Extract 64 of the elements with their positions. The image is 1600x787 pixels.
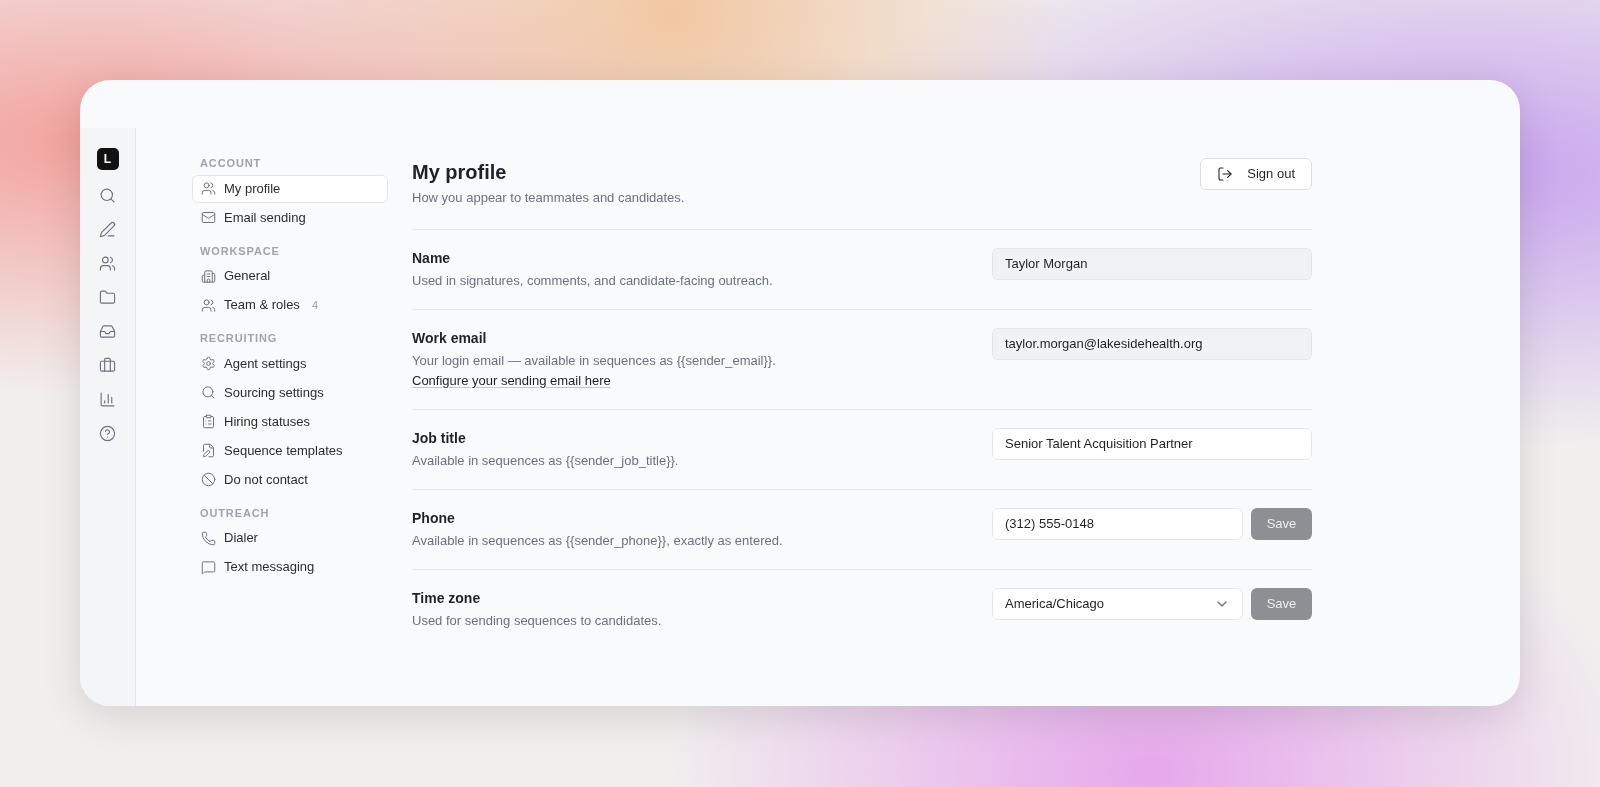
nav-item[interactable]: My profile [192,174,388,203]
section-heading: ACCOUNT [199,156,263,171]
building-icon [201,268,216,284]
search-icon[interactable] [99,187,116,204]
field-description: Available in sequences as {{sender_phone}}, exactly as entered. [412,531,784,550]
section-heading: WORKSPACE [199,243,281,259]
nav-label: Agent settings [224,354,307,373]
nav-item[interactable]: Email sending [192,203,388,232]
nav-label: Dialer [224,529,258,548]
users-icon[interactable] [99,255,116,272]
nav-label: General [224,267,271,286]
field-label: Work email [412,328,488,348]
field-label: Time zone [412,588,482,608]
nav-label: Sourcing settings [224,383,324,402]
nav-label: Do not contact [224,470,308,489]
field-description: Your login email — available in sequences as {{sender_email}}. [412,351,777,370]
sign-out-button[interactable]: Sign out [1200,158,1312,190]
section-heading: RECRUITING [199,331,279,346]
help-icon[interactable] [99,425,116,442]
pencil-icon[interactable] [99,221,116,238]
nav-item[interactable]: Hiring statuses [192,407,388,436]
field-label: Job title [412,428,467,448]
text-field[interactable]: (312) 555-0148 [992,507,1243,540]
count-label: 4 [311,297,318,313]
nav-label: Text messaging [224,558,315,577]
section-heading: OUTREACH [199,505,271,521]
field-description: Available in sequences as {{sender_job_title}}. [412,451,680,470]
logout-icon [1217,166,1234,182]
nav-item[interactable]: Dialer [192,524,388,552]
file-edit-icon [201,443,216,458]
nav-item[interactable]: Do not contact [192,465,388,494]
field-label: Name [412,248,452,268]
nav-label: Hiring statuses [224,412,310,431]
text-field[interactable]: Senior Talent Acquisition Partner [992,427,1312,460]
prohibited-icon [201,472,216,487]
nav-label: Team & roles [224,296,300,315]
settings-icon [201,356,216,371]
nav-item[interactable]: Sequence templates [192,436,388,465]
chat-bubble-icon [201,559,216,575]
nav-item[interactable]: General [192,262,388,290]
phone-icon [201,530,216,546]
inbox-icon[interactable] [99,323,116,340]
field-description: Used in signatures, comments, and candidate-facing outreach. [412,271,774,290]
users-icon [201,181,216,196]
field-description: Used for sending sequences to candidates. [412,611,663,630]
nav-label: My profile [224,179,281,198]
page-subtitle: How you appear to teammates and candidates. [412,189,685,207]
bar-chart-icon[interactable] [99,391,116,408]
clipboard-icon [201,414,216,429]
logo-badge[interactable]: L [96,148,119,170]
folder-icon[interactable] [99,289,116,306]
mail-icon [201,210,216,225]
nav-label: Email sending [224,208,306,227]
users-icon [201,297,216,313]
nav-item[interactable]: Sourcing settings [192,378,388,407]
field-label: Phone [412,508,456,528]
nav-item[interactable]: Agent settings [192,349,388,378]
timezone-select[interactable]: America/Chicago [992,587,1243,620]
nav-label: Sequence templates [224,441,343,460]
nav-item[interactable]: Team & roles 4 [192,291,388,319]
nav-item[interactable]: Text messaging [192,553,388,581]
page-title: My profile [412,160,508,185]
briefcase-icon[interactable] [99,357,116,374]
search-icon [201,385,216,400]
